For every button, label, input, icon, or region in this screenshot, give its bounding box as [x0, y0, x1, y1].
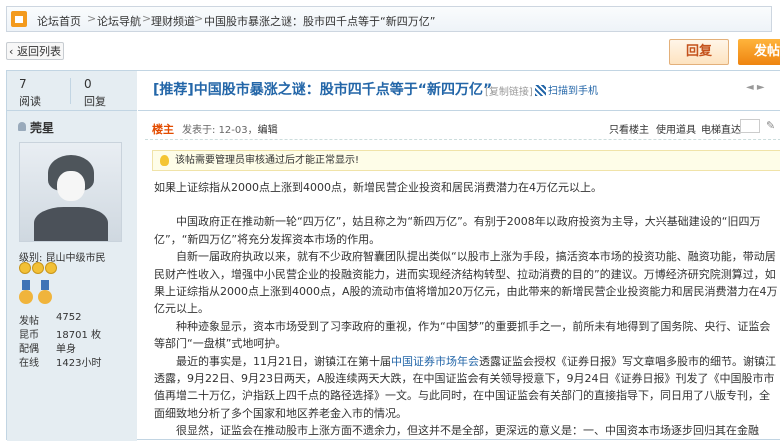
breadcrumb-forum-nav[interactable]: 论坛导航 — [97, 13, 141, 29]
edit-link[interactable]: 编辑 — [258, 125, 278, 136]
replies-stat: 0 回复 — [84, 77, 106, 109]
user-icon — [18, 122, 26, 131]
post-paragraph: 自新一届政府执政以来，就有不少政府智囊团队提出类似“以股市上涨为手段，搞活资本市… — [154, 250, 778, 316]
post-content: 如果上证综指从2000点上涨到4000点，新增民营企业投资和居民消费潜力在4万亿… — [154, 179, 780, 440]
star-icon — [45, 262, 57, 274]
reply-button[interactable]: 回复 — [669, 39, 729, 65]
home-icon[interactable] — [11, 11, 27, 27]
breadcrumb-separator: > — [194, 12, 204, 25]
views-count: 7 — [19, 77, 27, 91]
stat-key: 在线 — [19, 358, 39, 369]
lightbulb-icon — [160, 155, 169, 166]
post-time-prefix: 发表于: — [182, 125, 219, 136]
floor-jump-label: 电梯直达 — [701, 125, 741, 136]
securities-annual-meeting-link[interactable]: 中国证券市场年会 — [391, 355, 479, 368]
thread-stats: 7 阅读 0 回复 — [7, 71, 137, 111]
star-icon — [32, 262, 44, 274]
level-stars — [19, 262, 58, 277]
stat-key: 配偶 — [19, 344, 39, 355]
stat-value: 1423小时 — [56, 358, 102, 369]
medals — [19, 280, 57, 309]
stats-divider — [70, 78, 71, 104]
stat-value: 18701 枚 — [56, 330, 101, 341]
star-icon — [19, 262, 31, 274]
post-paragraph: 种种迹象显示，资本市场受到了习李政府的重视，作为“中国梦”的重要抓手之一，前所未… — [154, 319, 771, 351]
author-badge: 楼主 — [152, 123, 174, 136]
post-time: 发表于: 12-03，编辑 — [182, 125, 278, 136]
post-paragraph: 中国政府正在推动新一轮“四万亿”，姑且称之为“新四万亿”。有别于2008年以政府… — [154, 215, 761, 246]
moderation-notice: 该帖需要管理员审核通过后才能正常显示! — [152, 150, 780, 171]
post-paragraph: 很显然，证监会在推动股市上涨方面不遗余力，但这并不是全部，更深远的意义是：一、中… — [176, 424, 759, 438]
stat-key: 发帖 — [19, 316, 39, 327]
thread-title: [推荐]中国股市暴涨之谜：股市四千点等于“新四万亿” — [153, 82, 493, 98]
medal-icon[interactable] — [19, 280, 33, 306]
post-lead: 如果上证综指从2000点上涨到4000点，新增民营企业投资和居民消费潜力在4万亿… — [154, 181, 602, 194]
breadcrumb-home[interactable]: 论坛首页 — [37, 13, 81, 29]
new-post-button[interactable]: 发帖 — [738, 39, 780, 65]
views-stat: 7 阅读 — [19, 77, 41, 109]
breadcrumb: 论坛首页 > 论坛导航 > 理财频道 > 中国股市暴涨之谜：股市四千点等于“新四… — [6, 6, 772, 32]
stat-key: 昆币 — [19, 330, 39, 341]
user-stat-online: 在线 1423小时 — [19, 354, 101, 369]
post-date: 12-03 — [218, 125, 248, 136]
post-text: 最近的事实是，11月21日，谢镇江在第十届 — [176, 354, 391, 368]
medal-icon[interactable] — [38, 280, 52, 306]
author-name[interactable]: 莞星 — [30, 119, 54, 136]
views-label: 阅读 — [19, 95, 41, 108]
use-props-link[interactable]: 使用道具 — [656, 121, 696, 136]
breadcrumb-separator: > — [87, 12, 97, 25]
post-paragraph: 最近的事实是，11月21日，谢镇江在第十届中国证券市场年会透露证监会授权《证券日… — [154, 353, 780, 423]
stat-value: 单身 — [56, 344, 76, 355]
qr-scan-button[interactable]: 扫描到手机 — [535, 82, 598, 97]
floor-jump-input[interactable] — [740, 119, 760, 133]
replies-count: 0 — [84, 77, 92, 91]
thread-nav-arrows[interactable]: ◄ ► — [746, 82, 765, 93]
qr-code-icon — [535, 85, 546, 96]
wrench-icon[interactable]: ✎ — [766, 119, 775, 132]
breadcrumb-finance-channel[interactable]: 理财频道 — [151, 13, 195, 29]
user-stat-coins: 昆币 18701 枚 — [19, 326, 101, 341]
view-author-only-link[interactable]: 只看楼主 — [609, 121, 649, 136]
user-stat-posts: 发帖 4752 — [19, 312, 81, 327]
user-stat-spouse: 配偶 单身 — [19, 340, 76, 355]
breadcrumb-separator: > — [142, 12, 152, 25]
copy-link-button[interactable]: [复制链接] — [485, 83, 533, 98]
back-to-list-button[interactable]: ‹ 返回列表 — [6, 42, 64, 60]
breadcrumb-current-thread: 中国股市暴涨之谜：股市四千点等于“新四万亿” — [204, 15, 436, 28]
avatar[interactable] — [19, 142, 122, 242]
replies-label: 回复 — [84, 95, 106, 108]
notice-text: 该帖需要管理员审核通过后才能正常显示! — [175, 155, 360, 166]
stat-value: 4752 — [56, 312, 82, 323]
qr-scan-label: 扫描到手机 — [548, 86, 598, 97]
divider — [145, 139, 780, 141]
